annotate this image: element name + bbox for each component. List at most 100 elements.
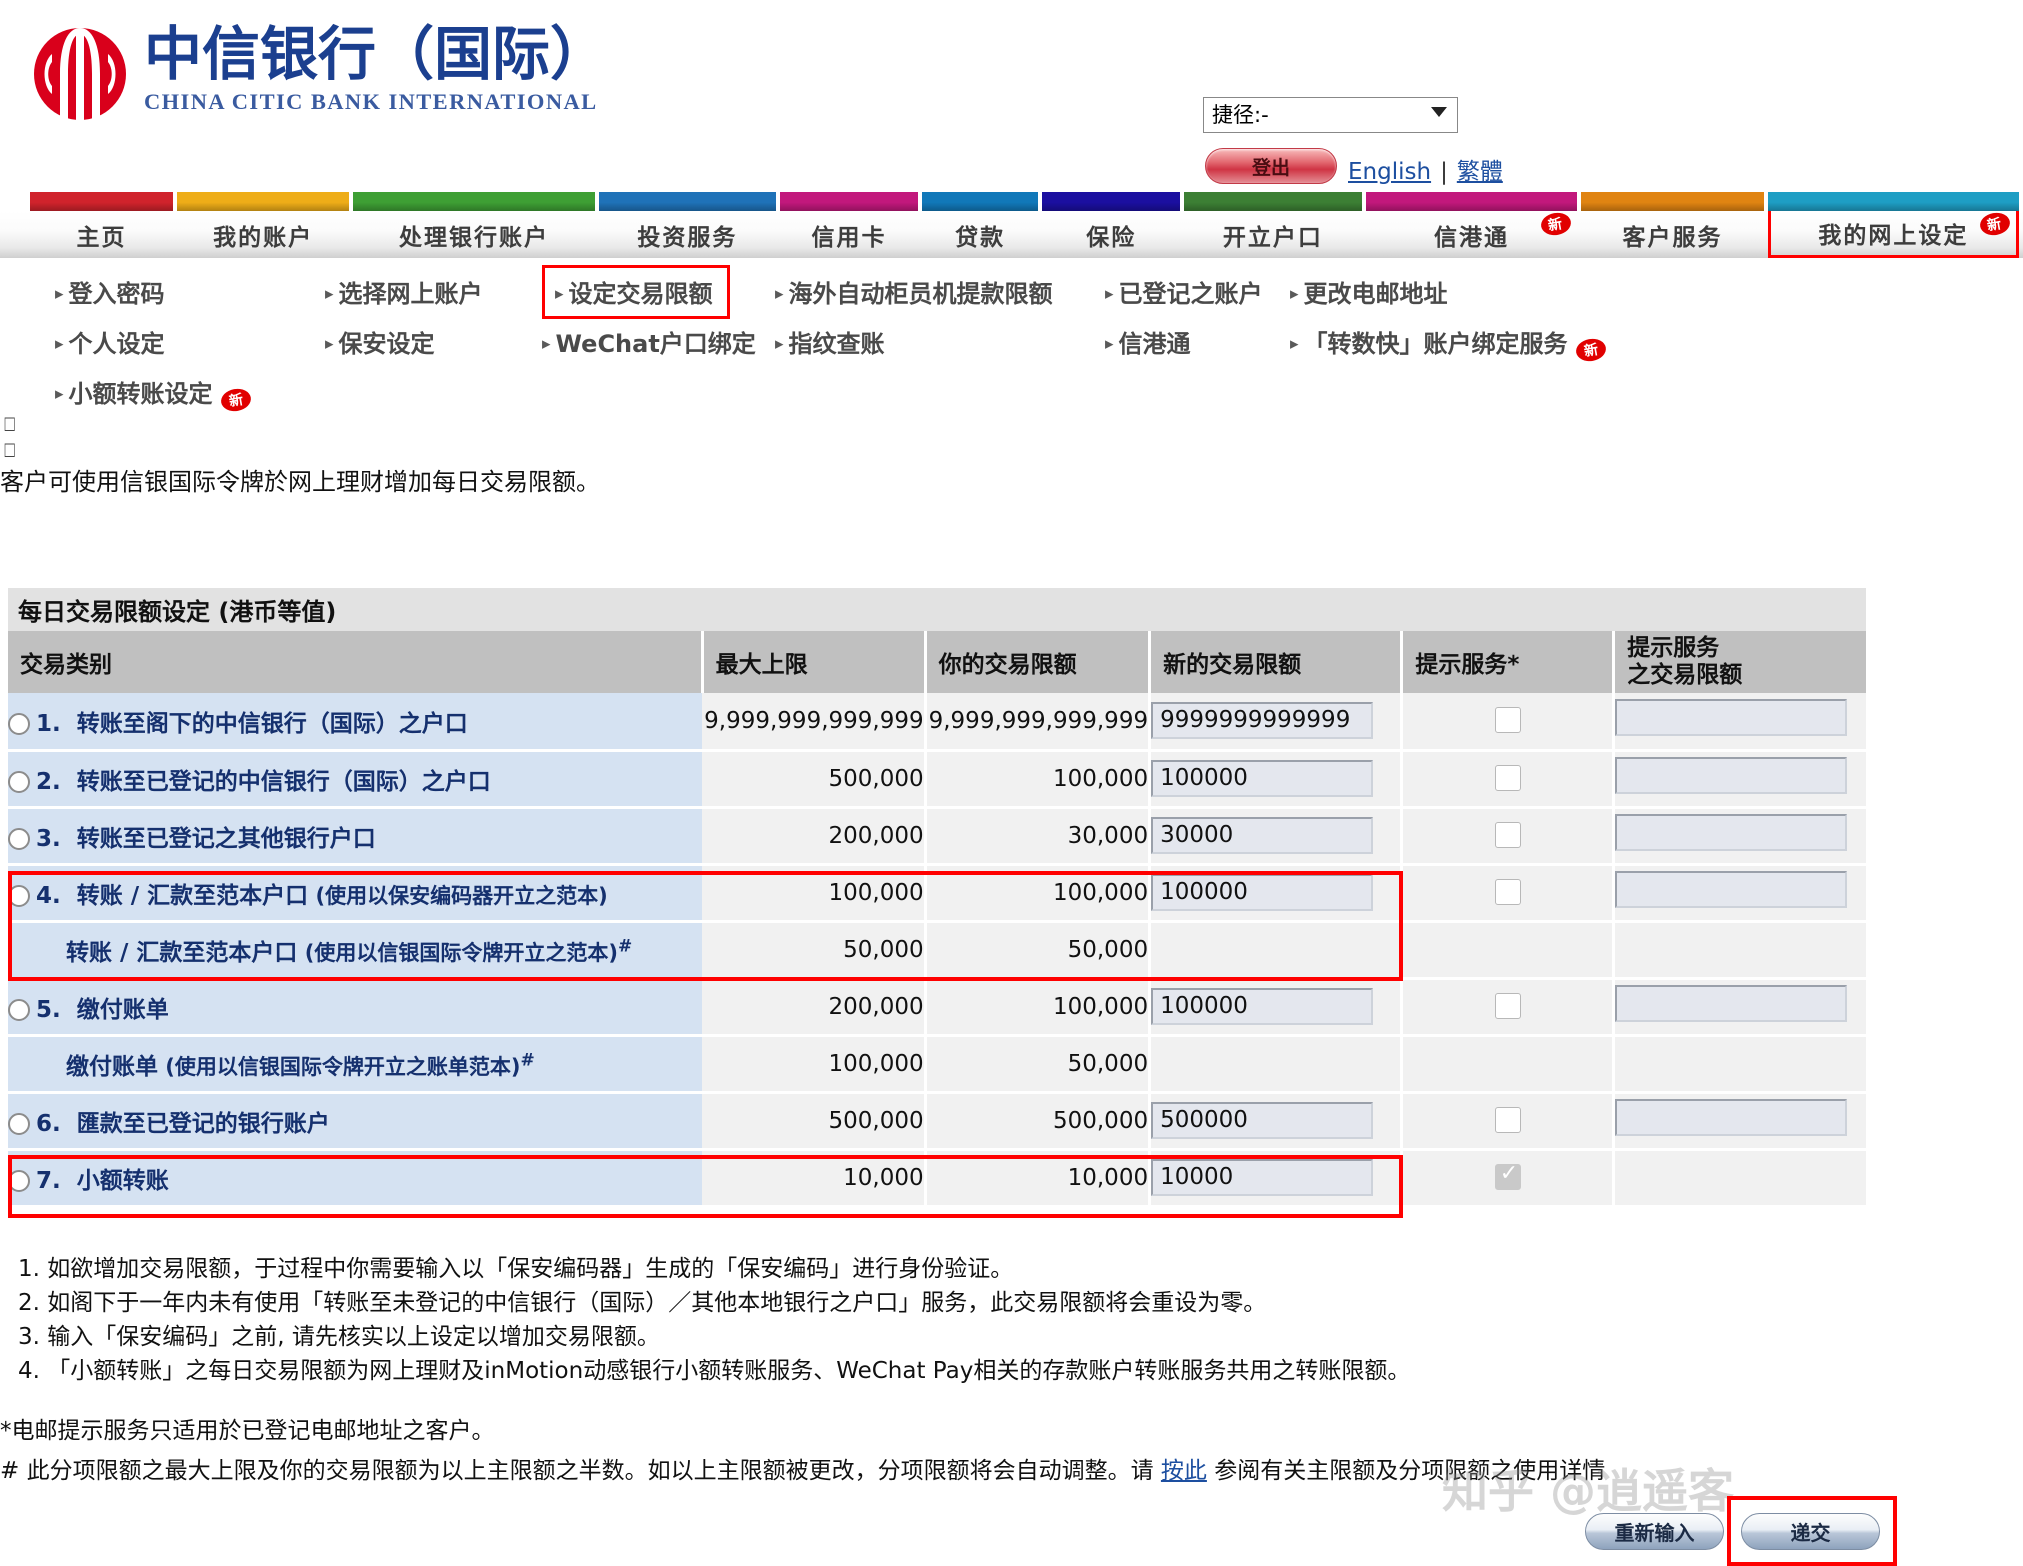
table-header-cell-4: 提示服务* bbox=[1401, 631, 1616, 693]
reset-button[interactable]: 重新输入 bbox=[1585, 1513, 1724, 1550]
row-label-cell-0[interactable]: 1. 转账至阁下的中信银行（国际）之户口 bbox=[8, 693, 703, 752]
row-label-cell-8[interactable]: 7. 小额转账 bbox=[8, 1149, 703, 1208]
nav-item-9[interactable]: 客户服务 bbox=[1581, 211, 1763, 258]
submenu-item-row2-1[interactable]: ▸ 保安设定 bbox=[325, 324, 435, 359]
row-alert-limit-input-5[interactable] bbox=[1615, 985, 1848, 1022]
submenu-item-row1-3[interactable]: ▸ 海外自动柜员机提款限额 bbox=[775, 274, 1053, 309]
row-label-cell-6[interactable]: 缴付账单 (使用以信银国际令牌开立之账单范本)# bbox=[8, 1035, 703, 1094]
submenu-item-row2-4[interactable]: ▸ 信港通 bbox=[1105, 324, 1191, 359]
row-label-3: 转账 / 汇款至范本户口 bbox=[76, 882, 309, 909]
row-radio-2[interactable] bbox=[8, 827, 30, 850]
row-number-3: 4. bbox=[36, 882, 77, 909]
submenu-item-row2-2[interactable]: ▸ WeChat户口绑定 bbox=[542, 324, 756, 359]
nav-item-1[interactable]: 我的账户 bbox=[177, 211, 349, 258]
row-new-limit-input-5[interactable]: 100000 bbox=[1151, 988, 1374, 1025]
logout-button[interactable]: 登出 bbox=[1205, 148, 1337, 184]
row-radio-0[interactable] bbox=[8, 712, 30, 735]
row-label-7: 匯款至已登记的银行账户 bbox=[76, 1110, 330, 1137]
nav-item-label: 处理银行账户 bbox=[398, 224, 549, 251]
row-alert-checkbox-8[interactable] bbox=[1494, 1161, 1521, 1190]
row-label-cell-5[interactable]: 5. 缴付账单 bbox=[8, 978, 703, 1037]
submenu-item-row2-3[interactable]: ▸ 指纹查账 bbox=[775, 324, 885, 359]
row-current-limit-6: 50,000 bbox=[925, 1035, 1152, 1094]
row-alert-limit-input-7[interactable] bbox=[1615, 1099, 1848, 1136]
row-alert-checkbox-0[interactable] bbox=[1494, 706, 1521, 733]
row-label-cell-2[interactable]: 3. 转账至已登记之其他银行户口 bbox=[8, 807, 703, 866]
note-4: 4. 「小额转账」之每日交易限额为网上理财及inMotion动感银行小额转账服务… bbox=[18, 1358, 1411, 1385]
submenu-item-row1-2[interactable]: ▸ 设定交易限额 bbox=[542, 265, 730, 319]
row-radio-5[interactable] bbox=[8, 998, 30, 1021]
row-alert-checkbox-1[interactable] bbox=[1494, 764, 1521, 791]
row-new-limit-input-0[interactable]: 9999999999999 bbox=[1151, 702, 1374, 740]
nav-item-3[interactable]: 投资服务 bbox=[599, 211, 776, 258]
nav-item-5[interactable]: 贷款 bbox=[922, 211, 1038, 258]
row-new-limit-input-3[interactable]: 100000 bbox=[1151, 874, 1374, 911]
row-radio-3[interactable] bbox=[8, 884, 30, 907]
row-alert-limit-input-2[interactable] bbox=[1615, 814, 1848, 851]
submenu-item-row1-0[interactable]: ▸ 登入密码 bbox=[55, 274, 165, 309]
row-label-6: 缴付账单 bbox=[66, 1053, 158, 1080]
row-new-limit-input-2[interactable]: 30000 bbox=[1151, 817, 1374, 854]
nav-item-6[interactable]: 保险 bbox=[1042, 211, 1180, 258]
row-hash-marker-4: # bbox=[617, 935, 633, 956]
chevron-right-icon: ▸ bbox=[1105, 284, 1114, 304]
row-radio-1[interactable] bbox=[8, 770, 30, 793]
nav-item-10[interactable]: 我的网上设定新 bbox=[1767, 210, 2020, 258]
submenu-item-row2-5[interactable]: ▸ 「转数快」账户绑定服务新 bbox=[1290, 324, 1608, 364]
row-label-4: 转账 / 汇款至范本户口 bbox=[66, 939, 298, 966]
row-new-limit-input-1[interactable]: 100000 bbox=[1151, 760, 1374, 797]
citic-logo-icon bbox=[30, 24, 130, 124]
submenu-item-label: 保安设定 bbox=[338, 330, 435, 358]
row-current-limit-0: 9,999,999,999,999 bbox=[925, 693, 1152, 752]
submenu-item-row1-5[interactable]: ▸ 更改电邮地址 bbox=[1290, 274, 1448, 309]
footnote-hash-link[interactable]: 按此 bbox=[1161, 1458, 1207, 1484]
row-new-limit-cell-7: 500000 bbox=[1149, 1092, 1404, 1151]
submenu-item-label: 小额转账设定 bbox=[68, 380, 213, 408]
shortcut-select[interactable]: 捷径:- bbox=[1203, 97, 1458, 133]
table-header-row: 交易类别 最大上限 你的交易限额 新的交易限额 提示服务* 提示服务 之交易限额 bbox=[8, 631, 1866, 693]
row-label-cell-4[interactable]: 转账 / 汇款至范本户口 (使用以信银国际令牌开立之范本)# bbox=[8, 921, 703, 980]
submenu-item-row1-1[interactable]: ▸ 选择网上账户 bbox=[325, 274, 483, 309]
submenu-item-row2-0[interactable]: ▸ 个人设定 bbox=[55, 324, 165, 359]
row-radio-7[interactable] bbox=[8, 1112, 30, 1135]
nav-item-4[interactable]: 信用卡 bbox=[780, 211, 918, 258]
nav-item-2[interactable]: 处理银行账户 bbox=[353, 211, 594, 258]
row-new-limit-input-8[interactable]: 10000 bbox=[1151, 1159, 1374, 1196]
row-alert-checkbox-2[interactable] bbox=[1494, 821, 1521, 848]
table-header-cell-0: 交易类别 bbox=[8, 631, 704, 693]
submenu-item-row1-4[interactable]: ▸ 已登记之账户 bbox=[1105, 274, 1263, 309]
row-alert-checkbox-3[interactable] bbox=[1494, 878, 1521, 905]
row-alert-checkbox-7[interactable] bbox=[1494, 1106, 1521, 1133]
row-alert-limit-input-0[interactable] bbox=[1615, 699, 1848, 737]
row-alert-limit-cell-4 bbox=[1613, 921, 1866, 980]
row-new-limit-cell-1: 100000 bbox=[1149, 750, 1404, 809]
row-alert-limit-input-1[interactable] bbox=[1615, 757, 1848, 794]
nav-item-8[interactable]: 信港通 新 bbox=[1366, 210, 1578, 258]
submenu-item-row3-0[interactable]: ▸ 小额转账设定新 bbox=[55, 374, 253, 414]
lang-traditional-link[interactable]: 繁體 bbox=[1457, 159, 1503, 185]
row-alert-limit-cell-8 bbox=[1613, 1149, 1866, 1208]
submenu-row-3: ▸ 小额转账设定新 bbox=[0, 368, 2023, 418]
table-row: 1. 转账至阁下的中信银行（国际）之户口 9,999,999,999,999 9,9… bbox=[8, 693, 1866, 752]
nav-item-0[interactable]: 主页 bbox=[30, 211, 173, 258]
row-alert-limit-input-3[interactable] bbox=[1615, 871, 1848, 908]
row-label-cell-7[interactable]: 6. 匯款至已登记的银行账户 bbox=[8, 1092, 703, 1151]
shortcut-select-value: 捷径:- bbox=[1212, 103, 1269, 127]
submenu-row-1: ▸ 登入密码 ▸ 选择网上账户 ▸ 设定交易限额 ▸ 海外自动柜员机提款限额 ▸ 已登记之账户 ▸ 更… bbox=[0, 265, 2023, 319]
nav-item-7[interactable]: 开立户口 bbox=[1184, 211, 1361, 258]
row-alert-checkbox-5[interactable] bbox=[1494, 992, 1521, 1019]
row-new-limit-input-7[interactable]: 500000 bbox=[1151, 1102, 1374, 1139]
row-alert-limit-cell-2 bbox=[1613, 807, 1866, 866]
row-label-paren-6: (使用以信银国际令牌开立之账单范本) bbox=[158, 1054, 521, 1079]
main-navigation: 主页 我的账户 处理银行账户 投资服务 信用卡 贷款 保险 开立户口 信港通 新客户服务 我的网上设… bbox=[0, 192, 2023, 258]
row-label-cell-1[interactable]: 2. 转账至已登记的中信银行（国际）之户口 bbox=[8, 750, 703, 809]
row-label-paren-3: (使用以保安编码器开立之范本) bbox=[308, 883, 608, 908]
lang-english-link[interactable]: English bbox=[1348, 159, 1431, 185]
row-max-limit-5: 200,000 bbox=[702, 978, 927, 1037]
nav-swatch-10 bbox=[1767, 192, 2019, 211]
brand-name-cn: 中信银行（国际） bbox=[144, 20, 609, 88]
note-2: 2. 如阁下于一年内未有使用「转账至未登记的中信银行（国际）／其他本地银行之户口… bbox=[18, 1290, 1267, 1317]
row-radio-8[interactable] bbox=[8, 1169, 30, 1192]
placeholder-glyph-1: ⎕ bbox=[4, 414, 16, 436]
row-label-cell-3[interactable]: 4. 转账 / 汇款至范本户口 (使用以保安编码器开立之范本) bbox=[8, 864, 703, 923]
